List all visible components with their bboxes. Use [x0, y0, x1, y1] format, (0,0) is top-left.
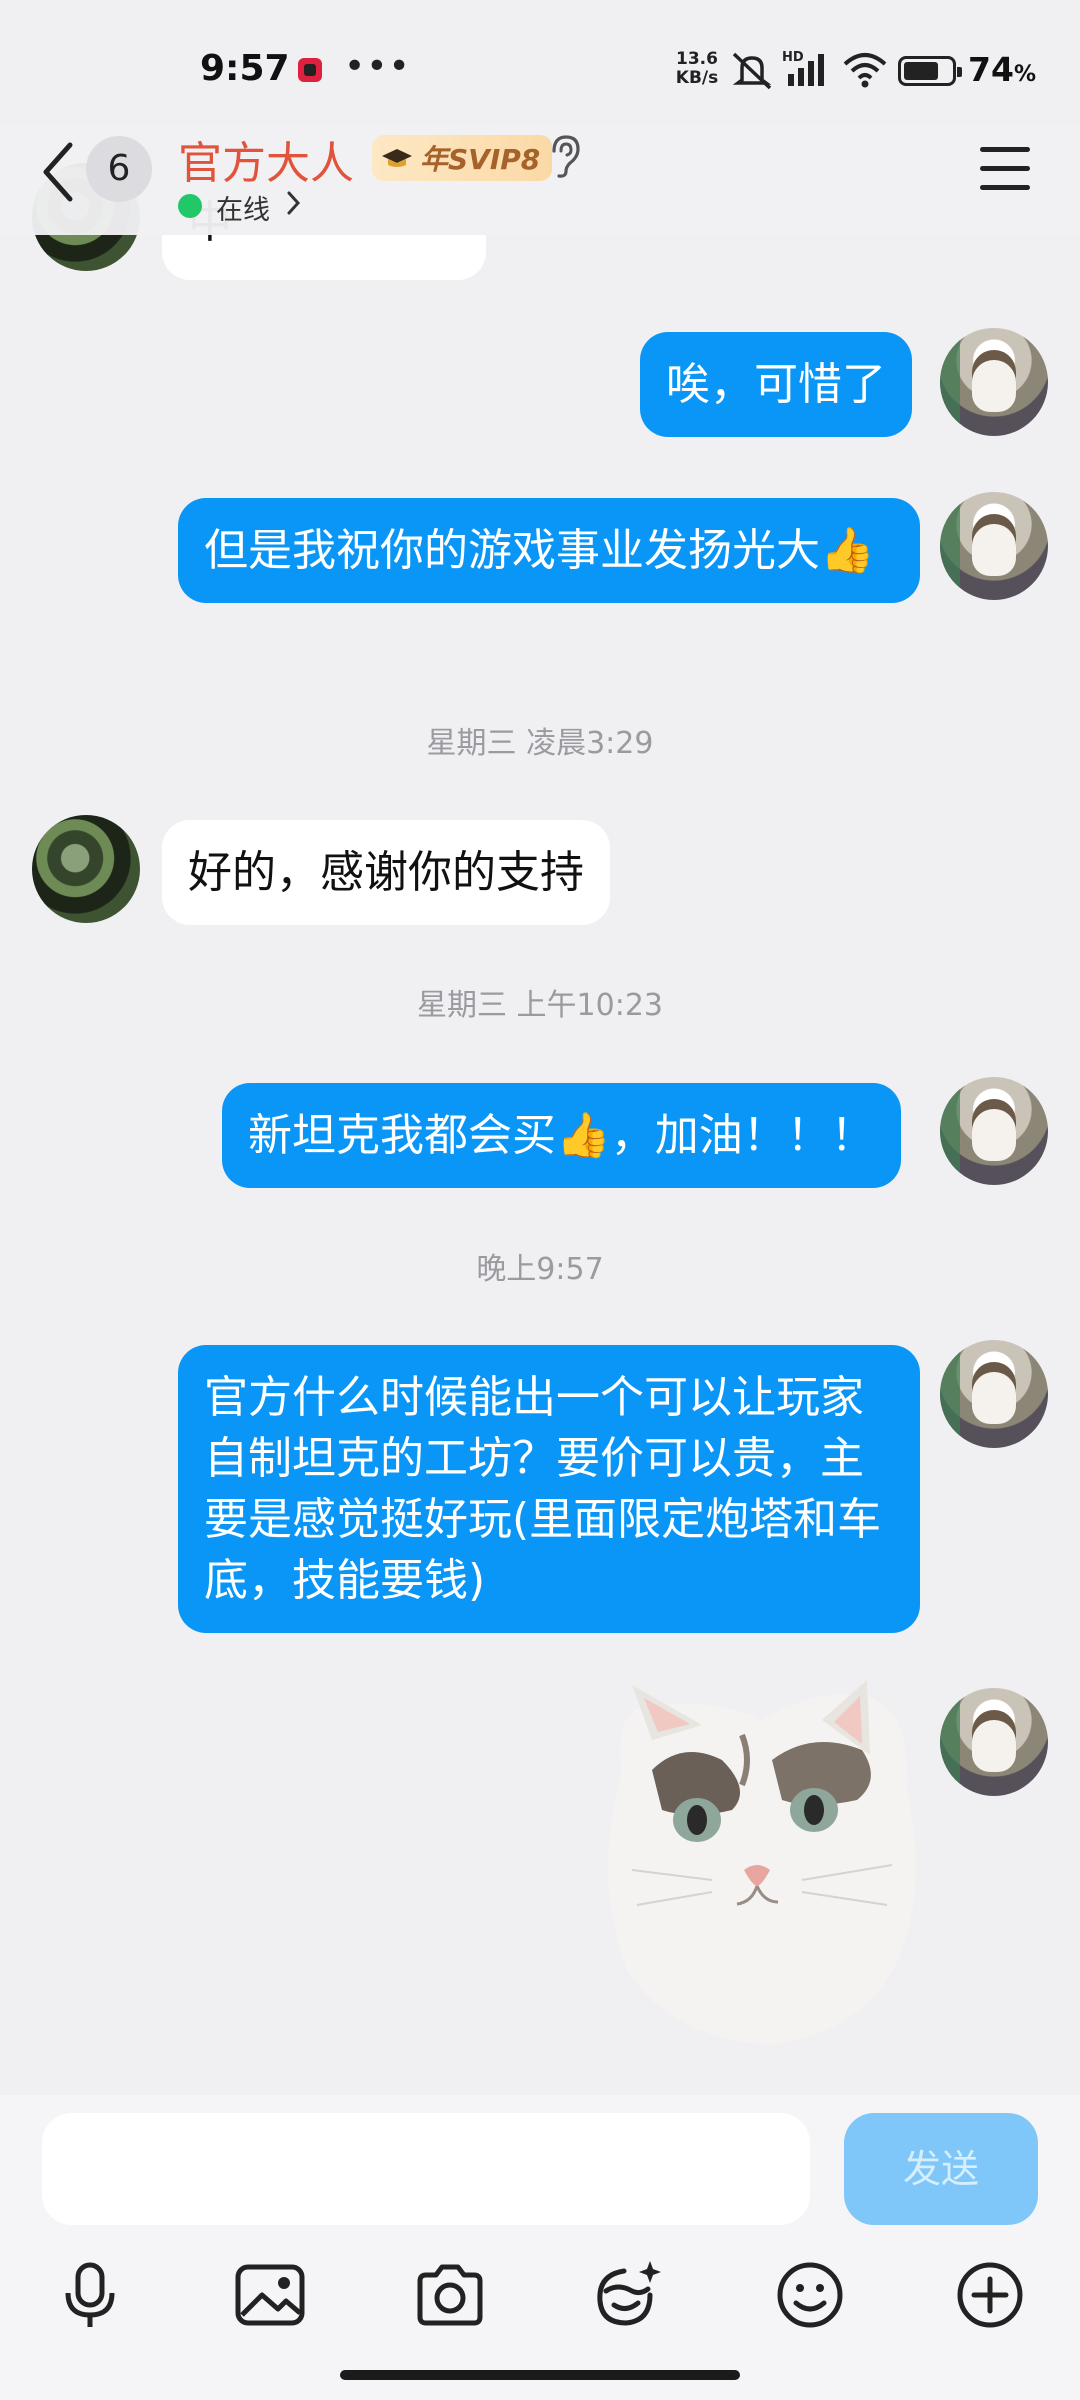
self-avatar[interactable]	[940, 492, 1048, 600]
composer: 发送	[0, 2095, 1080, 2400]
message-text: 官方什么时候能出一个可以让玩家自制坦克的工坊？要价可以贵，主要是感觉挺好玩(里面…	[204, 1372, 882, 1606]
message-bubble-outgoing[interactable]: 新坦克我都会买👍，加油！！！	[222, 1083, 901, 1188]
chevron-right-icon[interactable]	[286, 190, 302, 216]
battery-nub	[957, 67, 962, 77]
image-icon[interactable]	[230, 2255, 310, 2335]
contact-name[interactable]: 官方大人	[178, 127, 354, 191]
cellular-signal-icon	[788, 54, 824, 86]
notification-app-icon	[298, 58, 322, 82]
battery-percent-sign: %	[1013, 62, 1036, 87]
smiley-icon[interactable]	[770, 2255, 850, 2335]
message-list[interactable]: 中 唉，可惜了 但是我祝你的游戏事业发扬光大👍 星期三 凌晨3:29 好的，感谢…	[0, 0, 1080, 2095]
online-status-dot	[178, 194, 202, 218]
message-text: 好的，感谢你的支持	[188, 847, 584, 898]
battery-percent-value: 74	[968, 50, 1014, 89]
timestamp: 星期三 上午10:23	[417, 988, 663, 1023]
message-bubble-incoming[interactable]: 好的，感谢你的支持	[162, 820, 610, 925]
graduation-cap-icon	[382, 149, 412, 167]
message-bubble-outgoing[interactable]: 但是我祝你的游戏事业发扬光大👍	[178, 498, 920, 603]
message-text: 但是我祝你的游戏事业发扬光大👍	[204, 525, 875, 576]
message-input[interactable]	[42, 2113, 810, 2225]
chat-screen: 中 唉，可惜了 但是我祝你的游戏事业发扬光大👍 星期三 凌晨3:29 好的，感谢…	[0, 0, 1080, 2400]
ear-icon[interactable]	[546, 133, 582, 179]
chat-header: 6 官方大人 年SVIP8 在线	[0, 125, 1080, 235]
self-avatar[interactable]	[940, 1077, 1048, 1185]
network-speed-value: 13.6	[676, 49, 718, 69]
plus-icon[interactable]	[950, 2255, 1030, 2335]
mute-bell-icon	[732, 52, 772, 90]
battery-percent: 74%	[968, 50, 1036, 89]
send-button[interactable]: 发送	[844, 2113, 1038, 2225]
message-text: 唉，可惜了	[666, 359, 886, 410]
home-indicator[interactable]	[340, 2370, 740, 2380]
microphone-icon[interactable]	[50, 2255, 130, 2335]
menu-button[interactable]	[980, 147, 1030, 191]
vip-badge[interactable]: 年SVIP8	[372, 135, 553, 181]
more-notifications-icon: •••	[344, 46, 411, 87]
network-speed-unit: KB/s	[675, 68, 719, 88]
peer-avatar[interactable]	[32, 815, 140, 923]
timestamp: 星期三 凌晨3:29	[426, 726, 654, 761]
message-bubble-outgoing[interactable]: 唉，可惜了	[640, 332, 912, 437]
battery-icon	[898, 56, 962, 86]
status-bar: 9:57 ••• 13.6 KB/s HD 74%	[0, 0, 1080, 125]
menu-line	[980, 185, 1030, 190]
online-status-text[interactable]: 在线	[216, 188, 270, 227]
status-time: 9:57	[200, 48, 290, 89]
network-speed: 13.6 KB/s	[672, 50, 722, 88]
battery-fill	[904, 62, 938, 80]
emoji-tool-icon[interactable]	[588, 2255, 668, 2335]
message-bubble-outgoing[interactable]: 官方什么时候能出一个可以让玩家自制坦克的工坊？要价可以贵，主要是感觉挺好玩(里面…	[178, 1345, 920, 1633]
timestamp: 晚上9:57	[476, 1252, 604, 1287]
cat-sticker[interactable]	[592, 1680, 932, 2050]
unread-count-badge[interactable]: 6	[86, 136, 152, 202]
self-avatar[interactable]	[940, 1688, 1048, 1796]
self-avatar[interactable]	[940, 328, 1048, 436]
camera-icon[interactable]	[410, 2255, 490, 2335]
back-arrow-icon[interactable]	[36, 139, 80, 205]
menu-line	[980, 166, 1030, 171]
wifi-icon	[843, 53, 887, 88]
message-text: 新坦克我都会买👍，加油！！！	[248, 1110, 875, 1161]
menu-line	[980, 147, 1030, 152]
vip-label: 年SVIP8	[420, 143, 541, 176]
self-avatar[interactable]	[940, 1340, 1048, 1448]
